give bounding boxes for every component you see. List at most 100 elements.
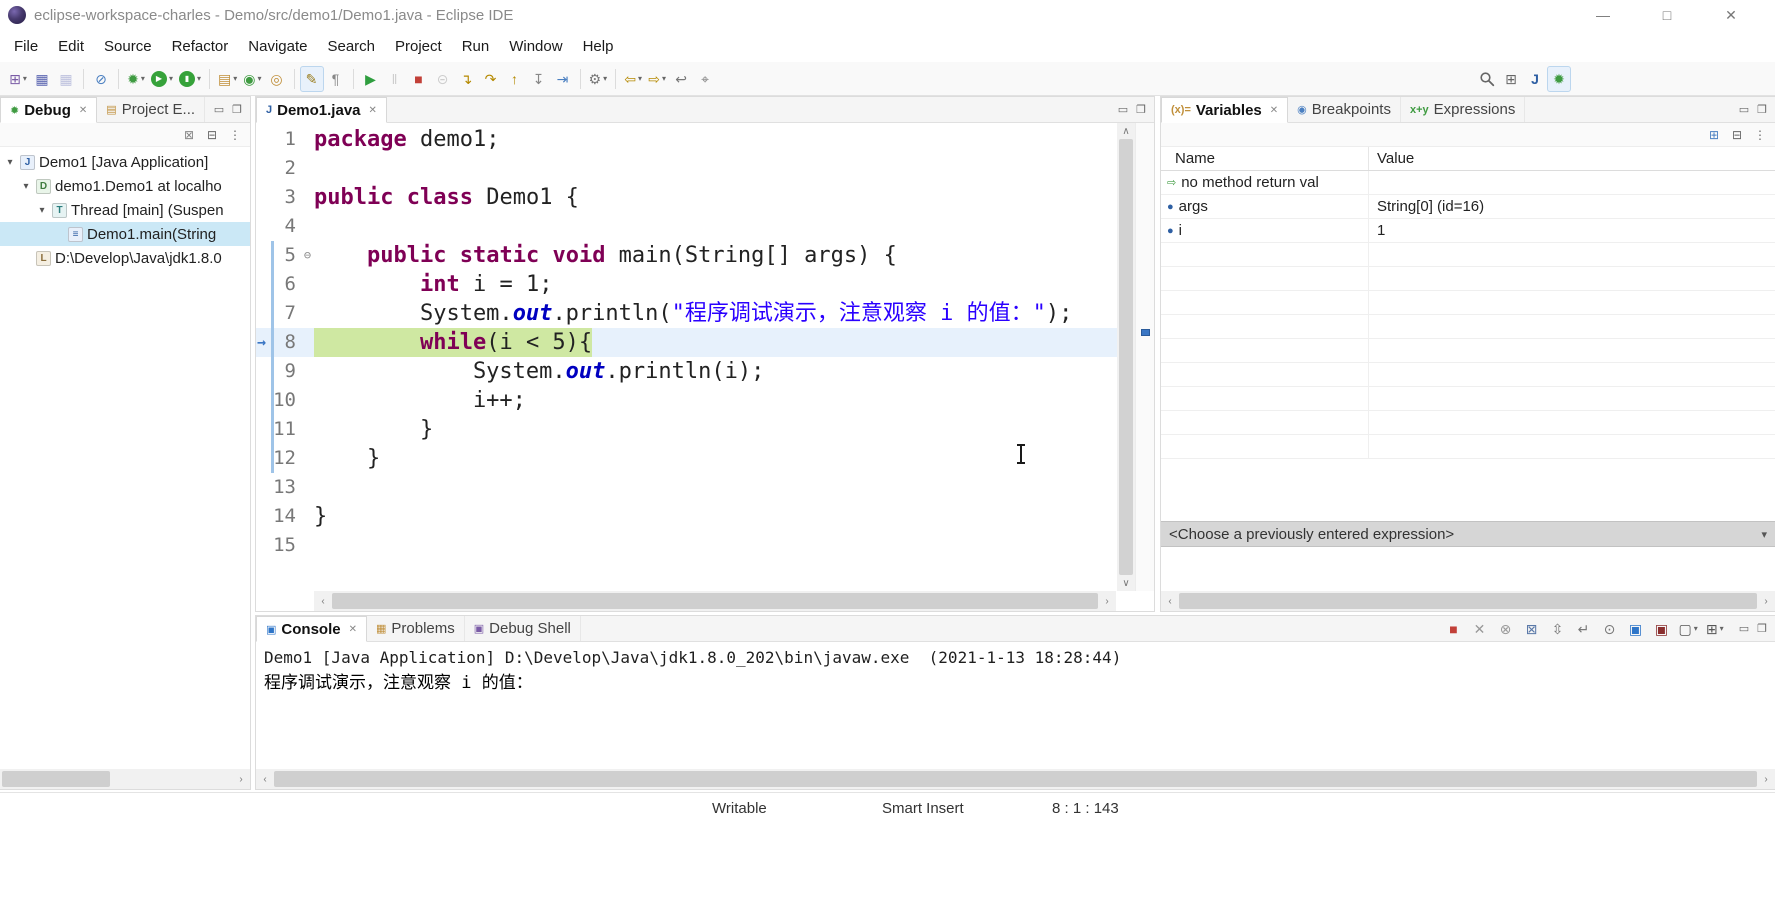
scroll-right-arrow[interactable]: ›: [232, 769, 250, 789]
display-selected-console-icon[interactable]: ▢ ▾: [1675, 616, 1700, 642]
console-horizontal-scrollbar[interactable]: ‹ ›: [256, 769, 1775, 789]
maximize-view-button[interactable]: ❐: [1757, 103, 1767, 116]
editor-tab-demo1-java[interactable]: J Demo1.java ✕: [256, 97, 387, 123]
close-tab-icon[interactable]: ✕: [1270, 105, 1278, 116]
debug-tab-debug[interactable]: ✹ Debug ✕: [0, 97, 98, 123]
code-line-12[interactable]: 12 }: [256, 444, 1119, 473]
variables-tab-variables[interactable]: (x)= Variables ✕: [1161, 97, 1289, 123]
save-icon[interactable]: ▦: [30, 66, 54, 92]
console-tab-debug-shell[interactable]: ▣ Debug Shell: [465, 616, 581, 641]
new-wizard-icon[interactable]: ⊞ ▾: [6, 66, 30, 92]
current-line-marker[interactable]: [1141, 329, 1150, 336]
collapse-all-icon[interactable]: ⊟: [202, 125, 222, 145]
variable-row-i[interactable]: ● i 1: [1161, 219, 1775, 243]
variable-detail-pane[interactable]: [1161, 547, 1775, 593]
expand-arrow-icon[interactable]: ▾: [4, 157, 16, 168]
tree-item-demo1-main-string[interactable]: ≡ Demo1.main(String: [0, 222, 250, 246]
editor-vertical-scrollbar[interactable]: ∧ ∨: [1117, 123, 1135, 591]
use-step-filters-icon[interactable]: ⇥: [551, 66, 575, 92]
step-return-icon[interactable]: ↑: [503, 66, 527, 92]
code-line-11[interactable]: 11 }: [256, 415, 1119, 444]
view-menu-icon[interactable]: ⋮: [225, 125, 245, 145]
code-line-10[interactable]: 10 i++;: [256, 386, 1119, 415]
menu-run[interactable]: Run: [452, 33, 500, 60]
resume-icon[interactable]: ▶: [359, 66, 383, 92]
menu-source[interactable]: Source: [94, 33, 162, 60]
expression-combo[interactable]: <Choose a previously entered expression>…: [1161, 521, 1775, 547]
scroll-lock-icon[interactable]: ⇳: [1545, 616, 1569, 642]
close-tab-icon[interactable]: ✕: [369, 105, 377, 116]
code-line-13[interactable]: 13: [256, 473, 1119, 502]
scrollbar-thumb[interactable]: [1179, 593, 1757, 609]
close-tab-icon[interactable]: ✕: [79, 105, 87, 116]
code-line-4[interactable]: 4: [256, 212, 1119, 241]
menu-navigate[interactable]: Navigate: [238, 33, 317, 60]
new-java-class-icon[interactable]: ◉ ▾: [240, 66, 264, 92]
minimize-view-button[interactable]: ▭: [214, 103, 224, 116]
word-wrap-icon[interactable]: ↵: [1571, 616, 1595, 642]
suspend-icon[interactable]: ‖: [383, 66, 407, 92]
scroll-right-arrow[interactable]: ›: [1757, 591, 1775, 611]
scrollbar-thumb[interactable]: [332, 593, 1098, 609]
minimize-view-button[interactable]: ▭: [1739, 622, 1749, 635]
menu-edit[interactable]: Edit: [48, 33, 94, 60]
run-icon[interactable]: ▶ ▾: [148, 66, 176, 92]
column-header-name[interactable]: Name: [1161, 147, 1369, 170]
code-line-2[interactable]: 2: [256, 154, 1119, 183]
console-output-area[interactable]: Demo1 [Java Application] D:\Develop\Java…: [256, 643, 1775, 769]
scroll-left-arrow[interactable]: ‹: [256, 769, 274, 789]
expand-arrow-icon[interactable]: ▾: [20, 181, 32, 192]
search-icon[interactable]: [1475, 66, 1499, 92]
variable-row-args[interactable]: ● args String[0] (id=16): [1161, 195, 1775, 219]
skip-all-breakpoints-icon[interactable]: ⊘: [89, 66, 113, 92]
maximize-view-button[interactable]: ❐: [1136, 103, 1146, 116]
show-whitespace-icon[interactable]: ¶: [324, 66, 348, 92]
column-header-value[interactable]: Value: [1369, 150, 1775, 167]
scrollbar-thumb[interactable]: [2, 771, 110, 787]
scroll-right-arrow[interactable]: ›: [1098, 591, 1116, 611]
close-tab-icon[interactable]: ✕: [349, 624, 357, 635]
debug-icon[interactable]: ✹ ▾: [124, 66, 148, 92]
terminate-icon[interactable]: ■: [407, 66, 431, 92]
show-console-on-stdout-icon[interactable]: ▣: [1623, 616, 1647, 642]
scroll-left-arrow[interactable]: ‹: [1161, 591, 1179, 611]
remove-all-launches-icon[interactable]: ⊗: [1493, 616, 1517, 642]
pin-console-icon[interactable]: ⊙: [1597, 616, 1621, 642]
variables-horizontal-scrollbar[interactable]: ‹ ›: [1161, 591, 1775, 611]
menu-window[interactable]: Window: [499, 33, 572, 60]
java-perspective-icon[interactable]: J: [1523, 66, 1547, 92]
variables-tab-expressions[interactable]: x+y Expressions: [1401, 97, 1526, 122]
scroll-down-arrow[interactable]: ∨: [1117, 575, 1135, 591]
terminate-console-icon[interactable]: ■: [1441, 616, 1465, 642]
debug-perspective-icon[interactable]: ✹: [1547, 65, 1571, 92]
code-line-5[interactable]: 5 ⊖ public static void main(String[] args…: [256, 241, 1119, 270]
code-line-7[interactable]: 7 System.out.println("程序调试演示，注意观察 i 的值："…: [256, 299, 1119, 328]
variables-tab-breakpoints[interactable]: ◉ Breakpoints: [1288, 97, 1401, 122]
tree-item-demo1-demo1-at-localho[interactable]: ▾ Ddemo1.Demo1 at localho: [0, 174, 250, 198]
scrollbar-thumb[interactable]: [274, 771, 1757, 787]
editor-horizontal-scrollbar[interactable]: ‹ ›: [314, 591, 1116, 611]
scroll-left-arrow[interactable]: ‹: [314, 591, 332, 611]
tree-item-thread-main-suspen[interactable]: ▾ T Thread [main] (Suspen: [0, 198, 250, 222]
menu-file[interactable]: File: [4, 33, 48, 60]
pin-editor-icon[interactable]: ⌖: [693, 66, 717, 92]
scrollbar-thumb[interactable]: [1119, 139, 1133, 575]
external-tools-icon[interactable]: ⚙ ▾: [586, 66, 611, 92]
maximize-view-button[interactable]: ❐: [1757, 622, 1767, 635]
drop-to-frame-icon[interactable]: ↧: [527, 66, 551, 92]
step-over-icon[interactable]: ↷: [479, 66, 503, 92]
editor-viewport[interactable]: 1 package demo1; 2 3 public class Demo1 {4 5 ⊖…: [256, 123, 1119, 593]
remove-launch-icon[interactable]: ✕: [1467, 616, 1491, 642]
variable-row-no-method-return-val[interactable]: ⇨ no method return val: [1161, 171, 1775, 195]
code-line-8[interactable]: → 8 while(i < 5){: [256, 328, 1119, 357]
remove-all-terminated-icon[interactable]: ⊠: [179, 125, 199, 145]
code-line-9[interactable]: 9 System.out.println(i);: [256, 357, 1119, 386]
menu-help[interactable]: Help: [573, 33, 624, 60]
tree-item-d-develop-java-jdk1-8-0[interactable]: L D:\Develop\Java\jdk1.8.0: [0, 246, 250, 270]
menu-project[interactable]: Project: [385, 33, 452, 60]
open-console-icon[interactable]: ⊞ ▾: [1703, 616, 1727, 642]
clear-console-icon[interactable]: ⊠: [1519, 616, 1543, 642]
code-line-14[interactable]: 14}: [256, 502, 1119, 531]
maximize-view-button[interactable]: ❐: [232, 103, 242, 116]
fold-collapse-icon[interactable]: ⊖: [301, 241, 314, 270]
